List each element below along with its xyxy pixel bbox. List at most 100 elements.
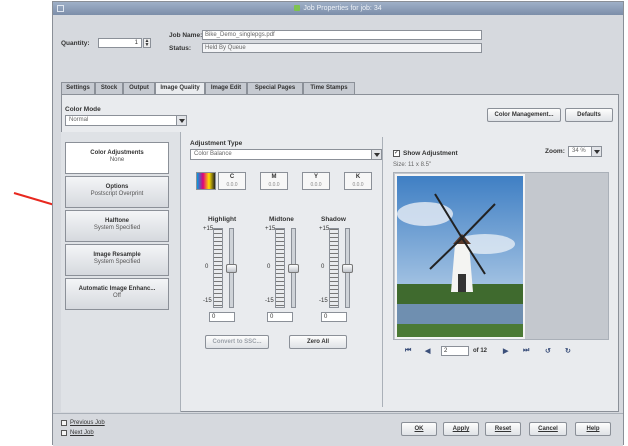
channel-c[interactable]: C 0.0.0	[218, 172, 246, 190]
sidebar-item-options[interactable]: Options Postscript Overprint	[65, 176, 169, 208]
panel-divider	[382, 137, 383, 407]
show-adjustment-checkbox[interactable]: ✓	[393, 150, 400, 157]
channel-label: C	[229, 174, 235, 180]
sidebar-item-title: Options	[105, 184, 129, 190]
first-page-icon[interactable]: ⏮	[405, 347, 411, 355]
slider-scale	[213, 228, 223, 308]
sidebar-item-subtitle: None	[109, 157, 125, 163]
midtone-mid: 0	[267, 264, 271, 270]
zoom-label: Zoom:	[545, 148, 565, 155]
tab-output[interactable]: Output	[123, 82, 155, 94]
sidebar-item-subtitle: System Specified	[93, 259, 141, 265]
midtone-value[interactable]: 0	[267, 312, 293, 322]
shadow-min: -15	[319, 298, 328, 304]
previous-job-icon[interactable]	[61, 420, 67, 426]
sidebar-item-title: Image Resample	[93, 252, 141, 258]
next-job-icon[interactable]	[61, 430, 67, 436]
job-name-label: Job Name:	[169, 32, 203, 39]
color-management-button[interactable]: Color Management...	[487, 108, 561, 122]
tab-special-pages[interactable]: Special Pages	[247, 82, 303, 94]
next-page-icon[interactable]: ▶	[503, 347, 508, 355]
shadow-value[interactable]: 0	[321, 312, 347, 322]
rotate-right-icon[interactable]: ↻	[565, 347, 571, 355]
slider-scale	[329, 228, 339, 308]
channel-value: 0.0.0	[352, 182, 364, 188]
title-bar[interactable]: Job Properties for job: 34	[53, 2, 623, 15]
highlight-slider[interactable]	[209, 228, 239, 308]
page-total: of 12	[473, 348, 488, 354]
window-menu-icon[interactable]	[57, 5, 64, 12]
convert-to-ssc-button[interactable]: Convert to SSC...	[205, 335, 269, 349]
midtone-min: -15	[265, 298, 274, 304]
adjustment-type-value: Color Balance	[194, 151, 232, 157]
tab-stock[interactable]: Stock	[95, 82, 123, 94]
rotate-left-icon[interactable]: ↺	[545, 347, 551, 355]
defaults-button[interactable]: Defaults	[565, 108, 613, 122]
chevron-down-icon	[176, 116, 186, 125]
zoom-select[interactable]: 34 %	[568, 146, 602, 157]
ok-button[interactable]: OK	[401, 422, 437, 436]
tab-settings[interactable]: Settings	[61, 82, 95, 94]
channel-k[interactable]: K 0.0.0	[344, 172, 372, 190]
sidebar-item-title: Halftone	[105, 218, 129, 224]
color-mode-label: Color Mode	[65, 106, 101, 113]
size-text: Size: 11 x 8.5"	[393, 162, 432, 168]
highlight-value[interactable]: 0	[209, 312, 235, 322]
status-label: Status:	[169, 45, 192, 52]
slider-knob[interactable]	[226, 264, 237, 273]
shadow-mid: 0	[321, 264, 325, 270]
chevron-down-icon	[371, 150, 381, 159]
quantity-stepper[interactable]: ▲ ▼	[143, 38, 151, 48]
job-name-field[interactable]: Bike_Demo_singlepgs.pdf	[202, 30, 482, 40]
sidebar-item-title: Color Adjustments	[90, 150, 144, 156]
midtone-label: Midtone	[269, 216, 294, 223]
window-title: Job Properties for job: 34	[303, 5, 382, 12]
highlight-label: Highlight	[208, 216, 237, 223]
slider-knob[interactable]	[288, 264, 299, 273]
sidebar-item-subtitle: Off	[113, 293, 121, 299]
sidebar-item-color-adjustments[interactable]: Color Adjustments None	[65, 142, 169, 174]
previous-job-link[interactable]: Previous Job	[70, 420, 105, 426]
channel-label: Y	[313, 174, 318, 180]
app-icon	[294, 5, 301, 11]
sidebar-item-title: Automatic Image Enhanc...	[78, 286, 156, 292]
sidebar-item-subtitle: Postscript Overprint	[90, 191, 144, 197]
highlight-min: -15	[203, 298, 212, 304]
shadow-slider[interactable]	[325, 228, 355, 308]
next-job-link[interactable]: Next Job	[70, 430, 94, 436]
sidebar-item-halftone[interactable]: Halftone System Specified	[65, 210, 169, 242]
apply-button[interactable]: Apply	[443, 422, 479, 436]
sidebar-item-automatic-image-enhancement[interactable]: Automatic Image Enhanc... Off	[65, 278, 169, 310]
tab-image-edit[interactable]: Image Edit	[205, 82, 247, 94]
job-properties-window: Job Properties for job: 34 Quantity: 1 ▲…	[52, 1, 624, 446]
prev-page-icon[interactable]: ◀	[425, 347, 430, 355]
channel-m[interactable]: M 0.0.0	[260, 172, 288, 190]
help-button[interactable]: Help	[575, 422, 611, 436]
zero-all-button[interactable]: Zero All	[289, 335, 347, 349]
reset-button[interactable]: Reset	[485, 422, 521, 436]
tab-time-stamps[interactable]: Time Stamps	[303, 82, 355, 94]
channel-label: M	[271, 174, 277, 180]
color-mode-select[interactable]: Normal	[65, 115, 187, 126]
channel-value: 0.0.0	[268, 182, 280, 188]
channel-value: 0.0.0	[310, 182, 322, 188]
status-field: Held By Queue	[202, 43, 482, 53]
adjustment-type-label: Adjustment Type	[190, 140, 243, 147]
slider-knob[interactable]	[342, 264, 353, 273]
highlight-mid: 0	[205, 264, 209, 270]
quantity-label: Quantity:	[61, 40, 90, 47]
preview-image	[395, 174, 525, 339]
shadow-label: Shadow	[321, 216, 346, 223]
sidebar-item-image-resample[interactable]: Image Resample System Specified	[65, 244, 169, 276]
midtone-slider[interactable]	[271, 228, 301, 308]
quantity-field[interactable]: 1	[98, 38, 142, 48]
cancel-button[interactable]: Cancel	[529, 422, 567, 436]
channel-y[interactable]: Y 0.0.0	[302, 172, 330, 190]
adjustment-type-select[interactable]: Color Balance	[190, 149, 382, 160]
color-mode-value: Normal	[69, 117, 89, 123]
sidebar-item-subtitle: System Specified	[93, 225, 141, 231]
last-page-icon[interactable]: ⏭	[523, 347, 529, 355]
color-swatch[interactable]	[196, 172, 216, 190]
page-number-field[interactable]: 2	[441, 346, 469, 356]
chevron-down-icon	[591, 147, 601, 156]
